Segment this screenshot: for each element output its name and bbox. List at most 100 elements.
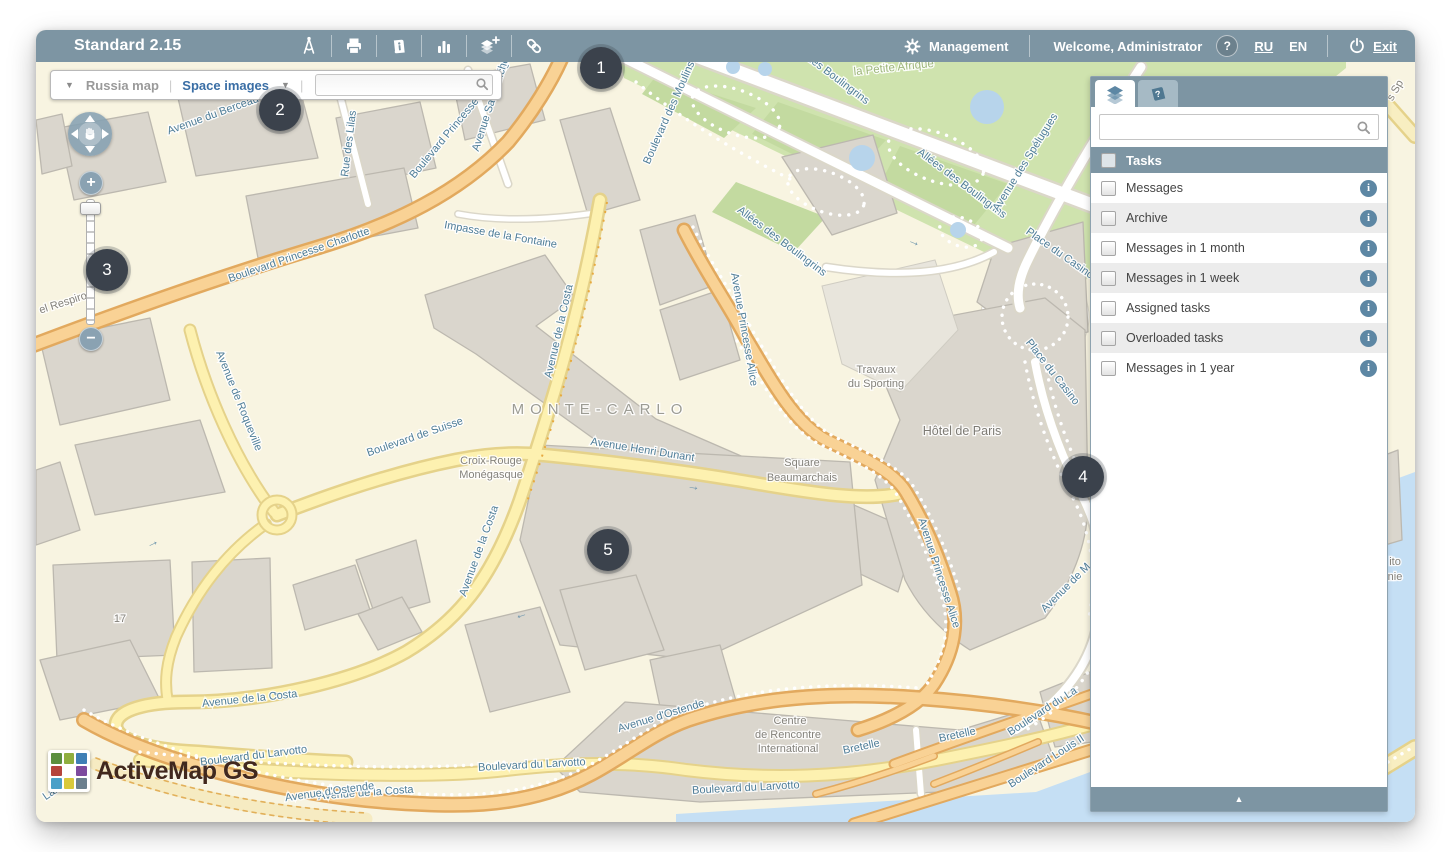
layers-icon xyxy=(1104,84,1126,104)
help-button[interactable]: ? xyxy=(1216,35,1238,57)
base-layer-space-images[interactable]: Space images xyxy=(176,78,275,93)
legend-book-icon: ? xyxy=(1147,84,1169,104)
management-button[interactable]: Management xyxy=(904,38,1008,55)
logo-text: ActiveMap GS xyxy=(96,757,258,786)
map-label: de Rencontre xyxy=(755,729,821,741)
add-layer-icon[interactable] xyxy=(474,34,504,58)
lang-en-button[interactable]: EN xyxy=(1289,39,1307,54)
exit-button[interactable]: Exit xyxy=(1348,37,1397,55)
task-list: MessagesiArchiveiMessages in 1 monthiMes… xyxy=(1091,173,1387,383)
pan-right-icon[interactable] xyxy=(102,129,109,139)
map-label: Travaux xyxy=(856,364,896,376)
map-label: du Sporting xyxy=(848,378,904,390)
map-label: 17 xyxy=(114,613,126,625)
toolbar-separator xyxy=(511,35,512,57)
task-label: Messages in 1 week xyxy=(1126,271,1360,285)
sidebar-search xyxy=(1091,107,1387,147)
toolbar-right: Management Welcome, Administrator ? RU E… xyxy=(904,35,1397,57)
pan-up-icon[interactable] xyxy=(85,115,95,122)
task-label: Messages in 1 month xyxy=(1126,241,1360,255)
annotation-badge-5: 5 xyxy=(587,529,629,571)
map-label: Croix-Rouge xyxy=(460,455,522,467)
map-label: Monégasque xyxy=(459,469,523,481)
map-search-input[interactable] xyxy=(315,74,493,96)
tab-legend[interactable]: ? xyxy=(1138,80,1178,107)
exit-label: Exit xyxy=(1373,39,1397,54)
search-icon xyxy=(475,77,489,91)
annotation-badge-1: 1 xyxy=(580,47,622,89)
task-row-messages-in-1-month[interactable]: Messages in 1 monthi xyxy=(1091,233,1387,263)
chevron-down-icon[interactable]: ▼ xyxy=(59,80,80,90)
info-icon[interactable]: i xyxy=(1360,210,1377,227)
sidebar-tabs: ? xyxy=(1091,77,1387,107)
zoom-out-button[interactable]: − xyxy=(79,327,103,351)
power-icon xyxy=(1348,37,1366,55)
info-icon[interactable]: i xyxy=(1360,360,1377,377)
logo-mosaic-icon xyxy=(48,750,90,792)
task-label: Archive xyxy=(1126,211,1360,225)
sidebar-search-input[interactable] xyxy=(1099,114,1379,140)
map-label: International xyxy=(758,743,819,755)
search-icon xyxy=(1356,120,1371,135)
task-checkbox[interactable] xyxy=(1101,361,1116,376)
pan-down-icon[interactable] xyxy=(85,146,95,153)
task-row-overloaded-tasks[interactable]: Overloaded tasksi xyxy=(1091,323,1387,353)
task-row-messages[interactable]: Messagesi xyxy=(1091,173,1387,203)
task-row-archive[interactable]: Archivei xyxy=(1091,203,1387,233)
map-label: Square xyxy=(784,457,819,469)
map-label: nie xyxy=(1388,571,1403,583)
app-window: Boulevard Princesse CharlotteBoulevard P… xyxy=(36,30,1415,822)
group-checkbox[interactable] xyxy=(1101,153,1116,168)
info-icon[interactable]: i xyxy=(1360,270,1377,287)
zoom-in-button[interactable]: + xyxy=(79,171,103,195)
pan-left-icon[interactable] xyxy=(71,129,78,139)
print-icon[interactable] xyxy=(339,34,369,58)
task-label: Messages in 1 year xyxy=(1126,361,1360,375)
task-label: Messages xyxy=(1126,181,1360,195)
task-checkbox[interactable] xyxy=(1101,331,1116,346)
toolbar: Standard 2.15 xyxy=(36,30,1415,62)
task-checkbox[interactable] xyxy=(1101,181,1116,196)
tab-layers[interactable] xyxy=(1095,80,1135,107)
map-label: Hôtel de Paris xyxy=(923,424,1002,438)
gear-icon xyxy=(904,38,921,55)
task-row-messages-in-1-year[interactable]: Messages in 1 yeari xyxy=(1091,353,1387,383)
map-label: ← xyxy=(271,684,285,700)
zoom-slider-handle[interactable] xyxy=(80,202,101,215)
selector-separator: | xyxy=(165,78,176,93)
info-icon[interactable]: i xyxy=(1360,300,1377,317)
map-label: → xyxy=(686,477,701,494)
info-icon[interactable]: i xyxy=(1360,240,1377,257)
toolbar-separator xyxy=(466,35,467,57)
app-title: Standard 2.15 xyxy=(74,37,182,55)
pan-hand-icon[interactable] xyxy=(78,122,102,146)
info-icon[interactable]: i xyxy=(1360,180,1377,197)
activemap-logo: ActiveMap GS xyxy=(48,750,258,792)
task-checkbox[interactable] xyxy=(1101,301,1116,316)
annotation-badge-4: 4 xyxy=(1062,456,1104,498)
lang-ru-button[interactable]: RU xyxy=(1254,39,1273,54)
task-label: Assigned tasks xyxy=(1126,301,1360,315)
pan-control[interactable] xyxy=(68,112,112,156)
task-row-messages-in-1-week[interactable]: Messages in 1 weeki xyxy=(1091,263,1387,293)
statistics-icon[interactable] xyxy=(429,34,459,58)
task-label: Overloaded tasks xyxy=(1126,331,1360,345)
compass-measure-icon[interactable] xyxy=(294,34,324,58)
info-icon[interactable]: i xyxy=(1360,330,1377,347)
management-label: Management xyxy=(929,39,1008,54)
map-label: Beaumarchais xyxy=(767,472,838,484)
help-book-icon[interactable] xyxy=(384,34,414,58)
map-label: ito xyxy=(1389,556,1401,568)
toolbar-separator xyxy=(331,35,332,57)
base-layer-russia-map[interactable]: Russia map xyxy=(80,78,165,93)
sidebar-empty-area xyxy=(1091,383,1387,787)
task-checkbox[interactable] xyxy=(1101,271,1116,286)
annotation-badge-2: 2 xyxy=(259,89,301,131)
sidebar-collapse-button[interactable]: ▲ xyxy=(1091,787,1387,811)
link-icon[interactable] xyxy=(519,34,549,58)
task-row-assigned-tasks[interactable]: Assigned tasksi xyxy=(1091,293,1387,323)
tasks-group-header[interactable]: Tasks xyxy=(1091,147,1387,173)
task-checkbox[interactable] xyxy=(1101,211,1116,226)
task-checkbox[interactable] xyxy=(1101,241,1116,256)
toolbar-separator xyxy=(421,35,422,57)
